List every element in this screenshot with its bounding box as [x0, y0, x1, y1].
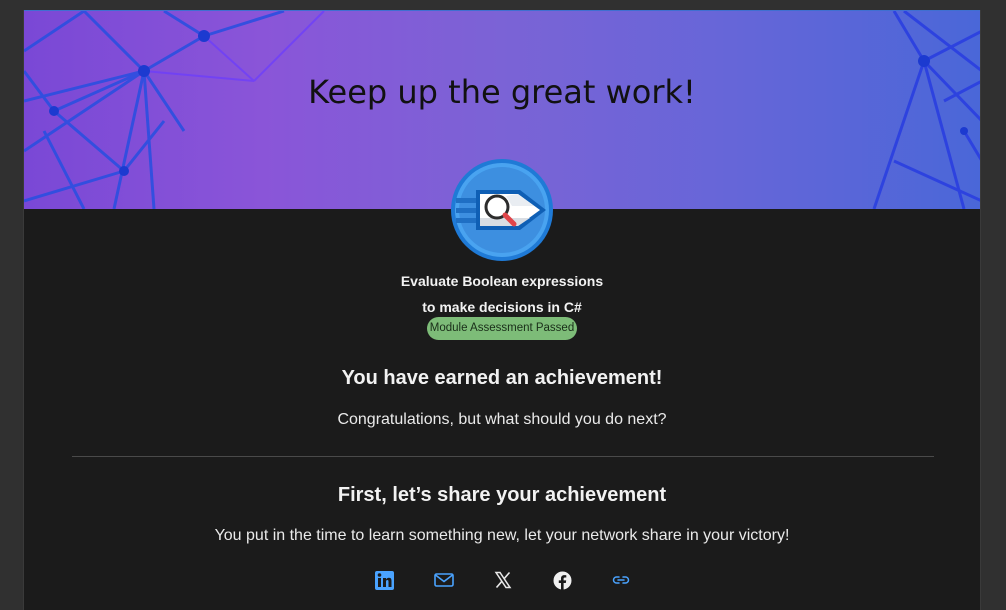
- magnifier-rocket-icon: [451, 159, 553, 261]
- share-facebook-button[interactable]: [550, 568, 574, 592]
- share-text: You put in the time to learn something n…: [214, 527, 790, 544]
- module-title: Evaluate Boolean expressions to make dec…: [24, 268, 980, 320]
- email-icon: [434, 573, 454, 587]
- module-badge: [450, 158, 554, 262]
- module-title-line1: Evaluate Boolean expressions: [400, 273, 604, 289]
- achievement-dialog: Keep up the great work! Evaluate Boolean…: [23, 10, 981, 610]
- status-badge: Module Assessment Passed: [427, 317, 577, 340]
- x-icon: [494, 571, 512, 589]
- facebook-icon: [553, 571, 571, 590]
- share-linkedin-button[interactable]: [372, 568, 396, 592]
- share-email-button[interactable]: [432, 568, 456, 592]
- hero-title: Keep up the great work!: [308, 73, 696, 111]
- copy-link-button[interactable]: [609, 568, 633, 592]
- link-icon: [612, 576, 630, 584]
- achievement-heading: You have earned an achievement!: [341, 367, 663, 389]
- divider: [72, 456, 934, 457]
- share-x-button[interactable]: [491, 568, 515, 592]
- share-buttons: [24, 568, 980, 592]
- achievement-text: Congratulations, but what should you do …: [337, 411, 667, 428]
- share-heading: First, let’s share your achievement: [337, 484, 667, 506]
- linkedin-icon: [374, 570, 394, 590]
